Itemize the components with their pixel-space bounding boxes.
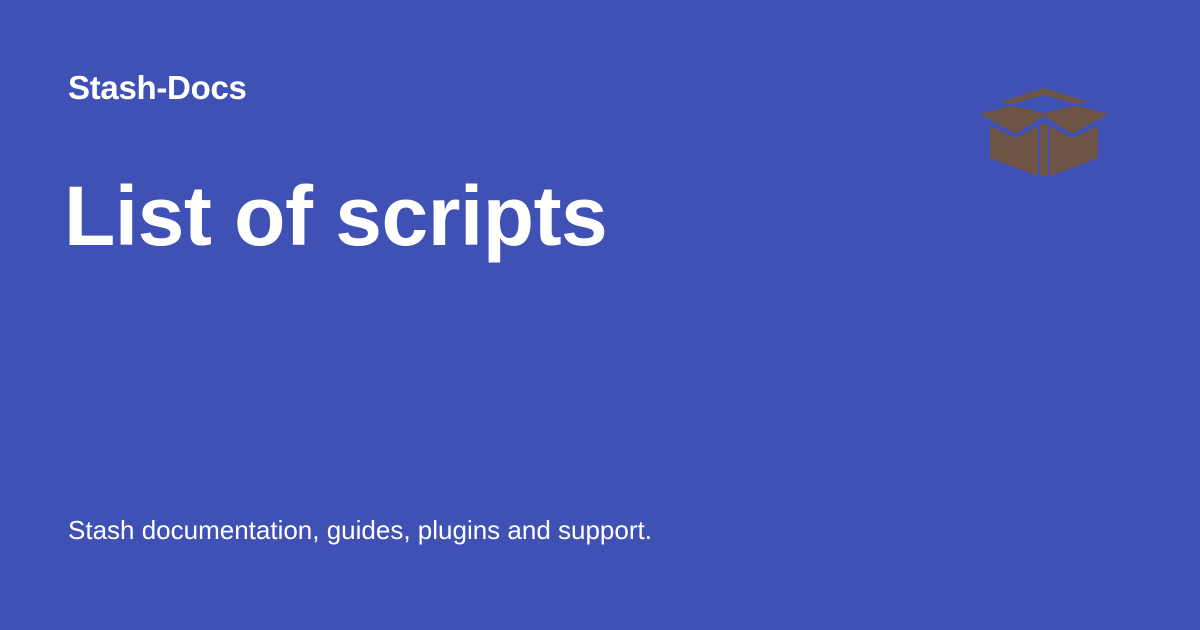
site-description: Stash documentation, guides, plugins and… — [68, 515, 652, 545]
open-box-icon — [978, 86, 1110, 178]
social-card: Stash-Docs List of scripts Stash documen… — [0, 0, 1200, 630]
page-title: List of scripts — [64, 169, 608, 263]
site-name: Stash-Docs — [68, 69, 247, 106]
